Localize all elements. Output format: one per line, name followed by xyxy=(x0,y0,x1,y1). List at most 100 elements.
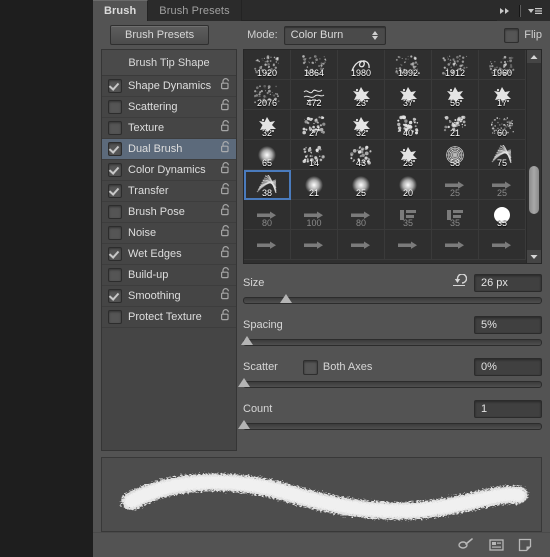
option-checkbox[interactable] xyxy=(108,268,122,282)
unlocked-icon[interactable] xyxy=(220,308,231,326)
brush-tip-cell[interactable]: 80 xyxy=(244,200,291,230)
brush-tip-cell[interactable]: 27 xyxy=(291,110,338,140)
brush-grid-scrollbar[interactable] xyxy=(526,50,541,263)
unlocked-icon[interactable] xyxy=(220,77,231,95)
spacing-input[interactable]: 5% xyxy=(474,316,542,334)
toggle-live-tip-brush-icon[interactable] xyxy=(457,538,475,552)
option-checkbox[interactable] xyxy=(108,163,122,177)
brush-tip-cell[interactable]: 17 xyxy=(479,80,526,110)
brush-tip-cell[interactable]: 472 xyxy=(291,80,338,110)
brush-option-wet-edges[interactable]: Wet Edges xyxy=(102,244,236,265)
brush-tip-cell[interactable]: 23 xyxy=(385,140,432,170)
brush-tip-cell[interactable]: 32 xyxy=(244,110,291,140)
brush-tip-cell[interactable] xyxy=(385,230,432,260)
brush-tip-cell[interactable]: 100 xyxy=(291,200,338,230)
brush-tip-shape-item[interactable]: Brush Tip Shape xyxy=(102,50,236,76)
brush-option-build-up[interactable]: Build-up xyxy=(102,265,236,286)
double-chevron-right-icon[interactable] xyxy=(497,4,513,18)
brush-option-noise[interactable]: Noise xyxy=(102,223,236,244)
brush-tip-cell[interactable]: 25 xyxy=(432,170,479,200)
brush-tip-cell[interactable]: 2076 xyxy=(244,80,291,110)
option-checkbox[interactable] xyxy=(108,205,122,219)
size-slider-knob[interactable] xyxy=(279,294,292,303)
option-checkbox[interactable] xyxy=(108,226,122,240)
panel-menu-icon[interactable] xyxy=(527,4,543,18)
brush-tip-cell[interactable]: 1920 xyxy=(244,50,291,80)
brush-tip-cell[interactable]: 80 xyxy=(338,200,385,230)
brush-tip-cell[interactable]: 23 xyxy=(338,80,385,110)
tab-brush[interactable]: Brush xyxy=(93,0,149,21)
count-input[interactable]: 1 xyxy=(474,400,542,418)
brush-tip-cell[interactable] xyxy=(479,230,526,260)
brush-option-texture[interactable]: Texture xyxy=(102,118,236,139)
brush-tip-cell[interactable]: 35 xyxy=(432,200,479,230)
scatter-slider-track[interactable] xyxy=(238,378,542,388)
unlocked-icon[interactable] xyxy=(220,119,231,137)
brush-tip-cell[interactable]: 35 xyxy=(479,200,526,230)
scatter-slider-knob[interactable] xyxy=(238,378,250,387)
brush-tip-cell[interactable]: 1992 xyxy=(385,50,432,80)
scroll-up-arrow-icon[interactable] xyxy=(527,50,541,63)
spacing-slider-knob[interactable] xyxy=(240,336,253,345)
brush-tip-cell[interactable]: 1912 xyxy=(432,50,479,80)
option-checkbox[interactable] xyxy=(108,247,122,261)
brush-tip-cell[interactable]: 32 xyxy=(338,110,385,140)
brush-tip-cell[interactable]: 25 xyxy=(338,170,385,200)
unlocked-icon[interactable] xyxy=(220,203,231,221)
unlocked-icon[interactable] xyxy=(220,140,231,158)
brush-tip-grid[interactable]: 1920 1864 1980 1992 1912 1960 2076 472 23 37 56 17 3… xyxy=(244,50,526,263)
brush-presets-button[interactable]: Brush Presets xyxy=(110,25,210,45)
brush-tip-cell[interactable]: 56 xyxy=(432,80,479,110)
brush-tip-cell[interactable]: 35 xyxy=(385,200,432,230)
brush-tip-cell[interactable]: 21 xyxy=(432,110,479,140)
brush-option-brush-pose[interactable]: Brush Pose xyxy=(102,202,236,223)
new-brush-icon[interactable] xyxy=(518,538,532,552)
count-slider-track[interactable] xyxy=(238,420,542,430)
brush-tip-cell[interactable]: 60 xyxy=(479,110,526,140)
option-checkbox[interactable] xyxy=(108,310,122,324)
brush-option-shape-dynamics[interactable]: Shape Dynamics xyxy=(102,76,236,97)
brush-option-dual-brush[interactable]: Dual Brush xyxy=(102,139,236,160)
scatter-input[interactable]: 0% xyxy=(474,358,542,376)
brush-tip-cell[interactable] xyxy=(291,230,338,260)
brush-tip-cell[interactable]: 1960 xyxy=(479,50,526,80)
brush-tip-cell[interactable]: 37 xyxy=(385,80,432,110)
scroll-down-arrow-icon[interactable] xyxy=(527,250,541,263)
brush-tip-cell[interactable]: 38 xyxy=(244,170,291,200)
brush-tip-cell[interactable] xyxy=(338,230,385,260)
unlocked-icon[interactable] xyxy=(220,245,231,263)
unlocked-icon[interactable] xyxy=(220,161,231,179)
brush-option-protect-texture[interactable]: Protect Texture xyxy=(102,307,236,328)
scrollbar-track[interactable] xyxy=(527,63,541,250)
unlocked-icon[interactable] xyxy=(220,182,231,200)
flip-checkbox[interactable] xyxy=(504,27,520,43)
unlocked-icon[interactable] xyxy=(220,224,231,242)
brush-tip-cell[interactable]: 25 xyxy=(479,170,526,200)
create-new-brush-preset-icon[interactable] xyxy=(489,538,504,552)
option-checkbox[interactable] xyxy=(108,184,122,198)
option-checkbox[interactable] xyxy=(108,289,122,303)
both-axes-checkbox[interactable] xyxy=(302,359,318,375)
unlocked-icon[interactable] xyxy=(220,98,231,116)
size-input[interactable]: 26 px xyxy=(474,274,542,292)
brush-option-smoothing[interactable]: Smoothing xyxy=(102,286,236,307)
option-checkbox[interactable] xyxy=(108,100,122,114)
unlocked-icon[interactable] xyxy=(220,266,231,284)
brush-tip-cell[interactable]: 1864 xyxy=(291,50,338,80)
brush-tip-cell[interactable]: 1980 xyxy=(338,50,385,80)
option-checkbox[interactable] xyxy=(108,142,122,156)
tab-brush-presets[interactable]: Brush Presets xyxy=(148,0,242,21)
spacing-slider-track[interactable] xyxy=(240,336,542,346)
brush-tip-cell[interactable]: 58 xyxy=(432,140,479,170)
option-checkbox[interactable] xyxy=(108,121,122,135)
brush-tip-cell[interactable]: 40 xyxy=(385,110,432,140)
brush-tip-cell[interactable] xyxy=(432,230,479,260)
scrollbar-thumb[interactable] xyxy=(529,166,539,214)
brush-option-transfer[interactable]: Transfer xyxy=(102,181,236,202)
brush-option-scattering[interactable]: Scattering xyxy=(102,97,236,118)
unlocked-icon[interactable] xyxy=(220,287,231,305)
reset-arrow-icon[interactable] xyxy=(451,272,468,293)
size-slider-track[interactable] xyxy=(243,294,542,304)
brush-option-color-dynamics[interactable]: Color Dynamics xyxy=(102,160,236,181)
option-checkbox[interactable] xyxy=(108,79,122,93)
